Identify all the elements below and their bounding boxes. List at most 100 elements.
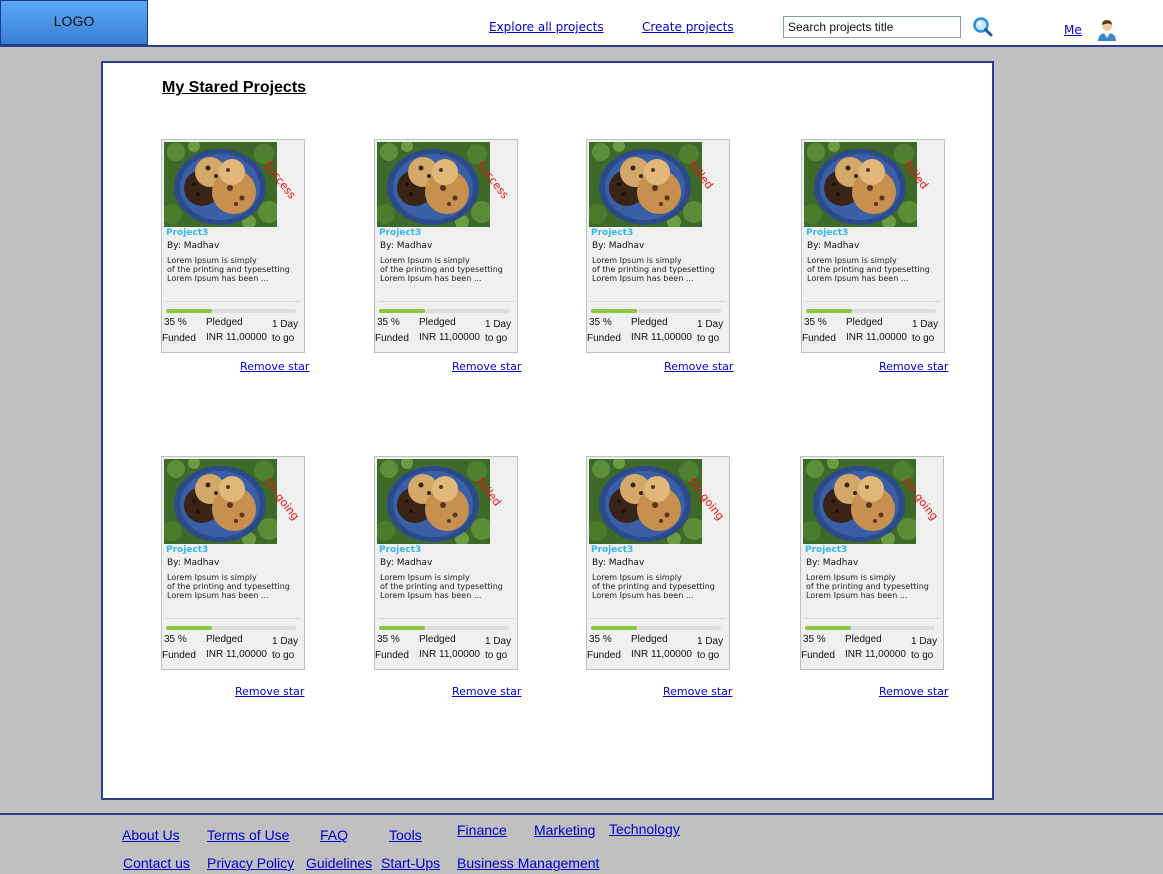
footer-about-us[interactable]: About Us [122, 827, 180, 843]
pledged-value: INR 11,00000 [631, 649, 692, 660]
explore-projects-link[interactable]: Explore all projects [489, 20, 604, 34]
footer-privacy-policy[interactable]: Privacy Policy [207, 855, 294, 871]
footer-guidelines[interactable]: Guidelines [306, 855, 372, 871]
remove-star-link[interactable]: Remove star [240, 360, 309, 373]
footer-start-ups[interactable]: Start-Ups [381, 855, 440, 871]
project-thumbnail[interactable] [804, 142, 917, 227]
project-name[interactable]: Project3 [591, 545, 633, 555]
project-name[interactable]: Project3 [379, 228, 421, 238]
logo[interactable]: LOGO [0, 0, 148, 45]
funding-progress-fill [379, 309, 425, 313]
card-divider [805, 301, 941, 302]
to-go-label: to go [912, 333, 935, 344]
funding-progress-fill [166, 309, 212, 313]
create-projects-link[interactable]: Create projects [642, 20, 734, 34]
project-name[interactable]: Project3 [805, 545, 847, 555]
remove-star-link[interactable]: Remove star [879, 685, 948, 698]
card-divider [378, 618, 514, 619]
funded-label: Funded [802, 333, 836, 344]
project-name[interactable]: Project3 [806, 228, 848, 238]
project-card[interactable]: Failed Project3 By: Madhav Lorem Ipsum is s… [801, 139, 945, 353]
funded-percent: 35 % [377, 317, 400, 328]
funded-label: Funded [587, 333, 621, 344]
footer-finance[interactable]: Finance [457, 822, 507, 838]
pledged-label: Pledged [206, 634, 243, 645]
project-author: By: Madhav [380, 558, 433, 568]
project-card[interactable]: On going Project3 By: Madhav Lorem Ipsum is… [161, 456, 305, 670]
footer-contact-us[interactable]: Contact us [123, 855, 190, 871]
footer-faq[interactable]: FAQ [320, 827, 348, 843]
project-description: Lorem Ipsum is simply of the printing an… [806, 573, 929, 600]
project-name[interactable]: Project3 [166, 228, 208, 238]
remove-star-link[interactable]: Remove star [235, 685, 304, 698]
days-left: 1 Day [272, 636, 299, 647]
remove-star-link[interactable]: Remove star [663, 685, 732, 698]
project-card[interactable]: Failed Project3 By: Madhav Lorem Ipsum is s… [374, 456, 518, 670]
project-author: By: Madhav [167, 241, 220, 251]
project-description: Lorem Ipsum is simply of the printing an… [807, 256, 930, 283]
to-go-label: to go [272, 650, 295, 661]
funded-label: Funded [162, 650, 196, 661]
project-description: Lorem Ipsum is simply of the printing an… [380, 573, 503, 600]
funding-progress-fill [379, 626, 425, 630]
project-name[interactable]: Project3 [379, 545, 421, 555]
pledged-value: INR 11,00000 [206, 649, 267, 660]
funding-progress-fill [806, 309, 852, 313]
search-input[interactable] [783, 16, 961, 38]
project-thumbnail[interactable] [164, 142, 277, 227]
funded-percent: 35 % [589, 634, 612, 645]
funding-progress-bar [806, 309, 936, 313]
footer-tools[interactable]: Tools [389, 827, 422, 843]
footer-business-management[interactable]: Business Management [457, 855, 599, 871]
pledged-label: Pledged [846, 317, 883, 328]
project-card[interactable]: On going Project3 By: Madhav Lorem Ipsum is… [586, 456, 730, 670]
funded-percent: 35 % [377, 634, 400, 645]
funded-percent: 35 % [804, 317, 827, 328]
funding-progress-fill [805, 626, 851, 630]
project-author: By: Madhav [592, 558, 645, 568]
pledged-value: INR 11,00000 [419, 649, 480, 660]
project-description: Lorem Ipsum is simply of the printing an… [592, 573, 715, 600]
days-left: 1 Day [485, 636, 512, 647]
project-card[interactable]: Success Project3 By: Madhav Lorem Ipsum is … [161, 139, 305, 353]
to-go-label: to go [911, 650, 934, 661]
project-card[interactable]: On going Project3 By: Madhav Lorem Ipsum is… [800, 456, 944, 670]
project-author: By: Madhav [167, 558, 220, 568]
project-card[interactable]: Failed Project3 By: Madhav Lorem Ipsum is s… [586, 139, 730, 353]
pledged-label: Pledged [419, 317, 456, 328]
funded-label: Funded [587, 650, 621, 661]
remove-star-link[interactable]: Remove star [452, 685, 521, 698]
project-card[interactable]: Success Project3 By: Madhav Lorem Ipsum is … [374, 139, 518, 353]
search-icon[interactable] [972, 16, 994, 38]
user-avatar-icon[interactable] [1096, 18, 1118, 42]
funded-percent: 35 % [589, 317, 612, 328]
pledged-value: INR 11,00000 [846, 332, 907, 343]
footer-terms-of-use[interactable]: Terms of Use [207, 827, 289, 843]
project-thumbnail[interactable] [589, 459, 702, 544]
days-left: 1 Day [912, 319, 939, 330]
pledged-value: INR 11,00000 [206, 332, 267, 343]
project-name[interactable]: Project3 [166, 545, 208, 555]
project-thumbnail[interactable] [589, 142, 702, 227]
project-description: Lorem Ipsum is simply of the printing an… [592, 256, 715, 283]
to-go-label: to go [485, 333, 508, 344]
project-thumbnail[interactable] [803, 459, 916, 544]
card-divider [165, 618, 301, 619]
footer-technology[interactable]: Technology [609, 821, 680, 837]
card-divider [804, 618, 940, 619]
project-thumbnail[interactable] [164, 459, 277, 544]
pledged-label: Pledged [206, 317, 243, 328]
funding-progress-bar [379, 626, 509, 630]
me-link[interactable]: Me [1064, 23, 1082, 37]
remove-star-link[interactable]: Remove star [664, 360, 733, 373]
funded-percent: 35 % [164, 634, 187, 645]
project-description: Lorem Ipsum is simply of the printing an… [380, 256, 503, 283]
funding-progress-fill [591, 309, 637, 313]
remove-star-link[interactable]: Remove star [452, 360, 521, 373]
footer-marketing[interactable]: Marketing [534, 822, 595, 838]
remove-star-link[interactable]: Remove star [879, 360, 948, 373]
funded-percent: 35 % [164, 317, 187, 328]
project-thumbnail[interactable] [377, 459, 490, 544]
project-thumbnail[interactable] [377, 142, 490, 227]
project-name[interactable]: Project3 [591, 228, 633, 238]
